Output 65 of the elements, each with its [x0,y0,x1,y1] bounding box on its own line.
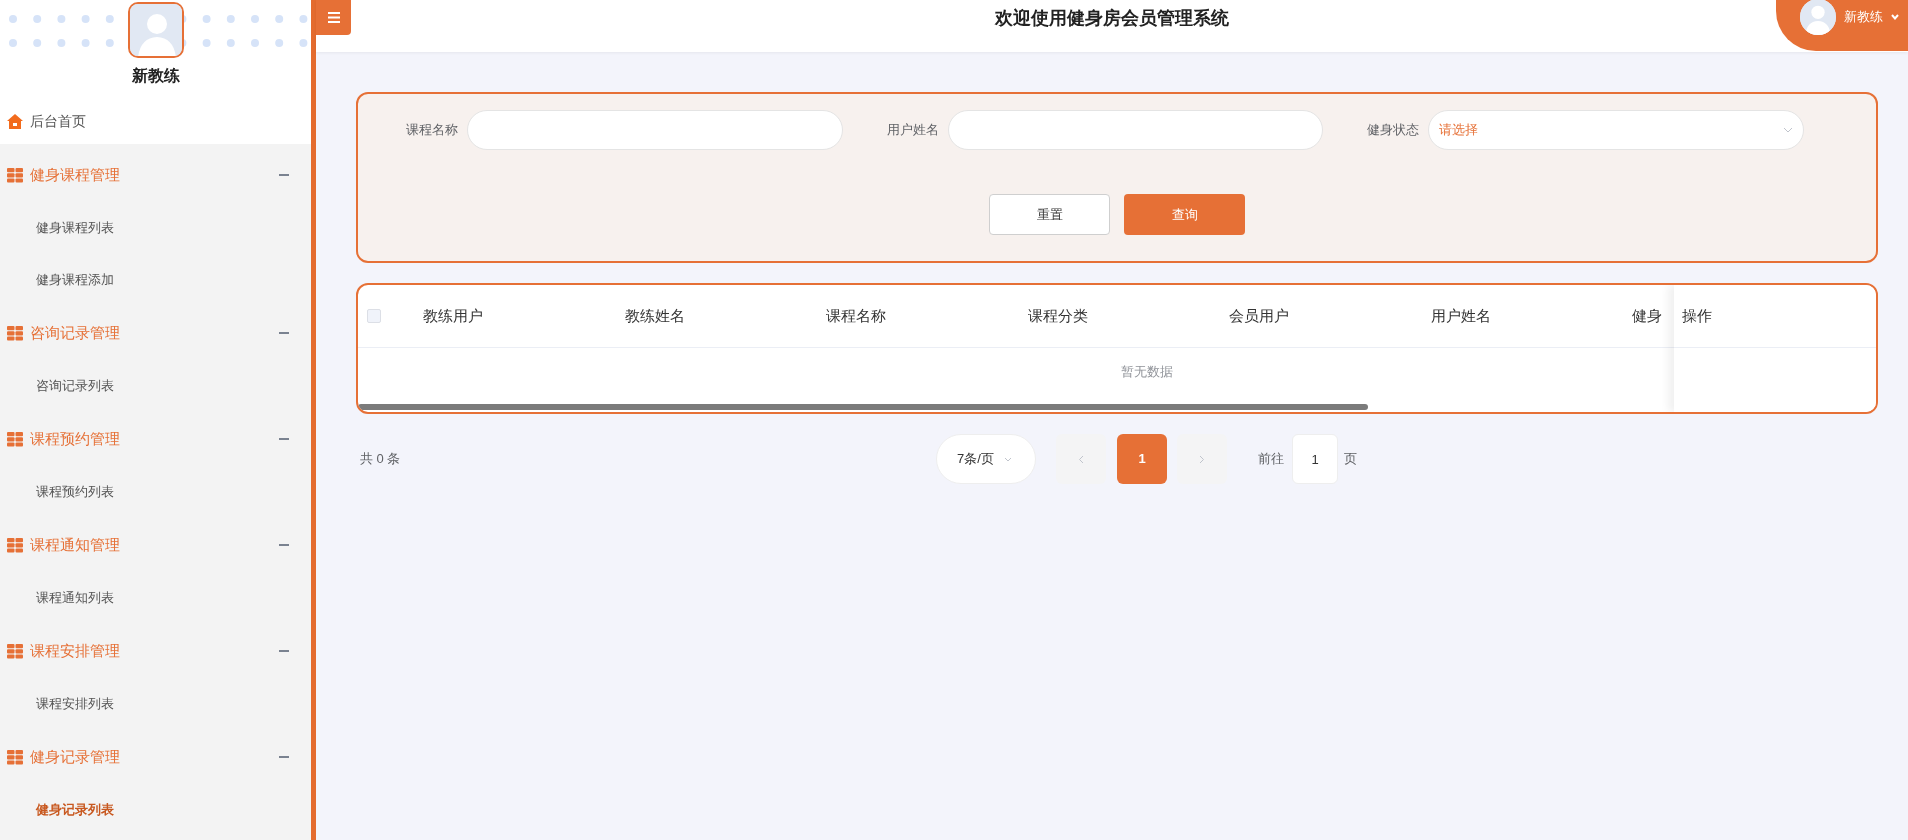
user-name: 新教练 [131,66,180,86]
search-input-field[interactable] [947,110,1324,150]
menu-toggle-button[interactable] [316,0,351,35]
menu-item[interactable]: 健身记录列表 [0,784,311,836]
chevron-down-icon [1783,127,1793,133]
menu-group-title: 健身课程管理 [30,164,121,185]
total-count: 共 0 条 [360,450,402,469]
previous-page-button[interactable] [1056,434,1106,484]
goto-label: 前往 [1258,450,1284,469]
grid-icon [7,749,23,765]
menu-item[interactable]: 课程预约列表 [0,466,311,518]
column-header: 用户姓名 [1430,307,1491,324]
menu-group-title: 课程安排管理 [30,640,121,661]
menu-group-header[interactable]: 课程预约管理 [0,412,311,466]
empty-text: 暂无数据 [1121,363,1173,382]
grid-icon [7,167,23,183]
menu-item[interactable]: 健身课程列表 [0,202,311,254]
search-button[interactable]: 查询 [1124,194,1245,235]
grid-icon [7,325,23,341]
menu-item[interactable]: 咨询记录列表 [0,360,311,412]
column-header: 教练姓名 [624,307,685,324]
search-input-field[interactable] [467,110,843,150]
column-header: 课程分类 [1027,307,1088,324]
home-menu-item[interactable]: 后台首页 [0,98,311,144]
page-size-select[interactable]: 7条/页 [936,434,1036,484]
avatar-icon [1800,0,1836,35]
field-label: 用户姓名 [885,121,939,140]
menu-group-title: 课程通知管理 [30,534,121,555]
page-title: 欢迎使用健身房会员管理系统 [995,6,1229,30]
chevron-left-icon [1078,454,1084,464]
chevron-down-icon [1003,456,1012,462]
menu-group-header[interactable]: 健身记录管理 [0,730,311,784]
menu-group-header[interactable]: 课程通知管理 [0,518,311,572]
field-label: 课程名称 [405,121,458,140]
page-number-button[interactable]: 1 [1117,434,1167,484]
menu-group-header[interactable]: 健身课程管理 [0,148,311,202]
column-header: 健身 [1632,307,1662,324]
grid-icon [7,431,23,447]
column-header: 课程名称 [826,307,886,324]
column-header: 教练用户 [423,307,483,324]
next-page-button[interactable] [1177,434,1227,484]
field-label: 健身状态 [1366,121,1420,140]
chevron-down-icon [1891,13,1899,20]
column-header: 操作 [1682,305,1712,326]
user-menu-name: 新教练 [1844,7,1883,26]
user-menu[interactable]: 新教练 [1776,0,1908,51]
grid-icon [7,537,23,553]
status-select[interactable]: 请选择 [1428,110,1804,150]
column-header: 会员用户 [1229,307,1289,324]
menu-item[interactable]: 健身课程添加 [0,254,311,306]
reset-button[interactable]: 重置 [989,194,1110,235]
menu-group-header[interactable]: 课程安排管理 [0,624,311,678]
menu-group-title: 健身记录管理 [30,746,121,767]
grid-icon [7,643,23,659]
menu-group-title: 咨询记录管理 [30,322,121,343]
menu-group-header[interactable]: 咨询记录管理 [0,306,311,360]
chevron-right-icon [1199,454,1205,464]
menu-item[interactable]: 课程安排列表 [0,678,311,730]
select-all-checkbox[interactable] [367,309,381,323]
page-suffix: 页 [1344,450,1357,469]
menu-group-title: 课程预约管理 [30,428,121,449]
house-icon [7,113,23,129]
menu-item[interactable]: 课程通知列表 [0,572,311,624]
goto-page-field[interactable]: 1 [1292,434,1338,484]
menu-icon [327,12,340,23]
